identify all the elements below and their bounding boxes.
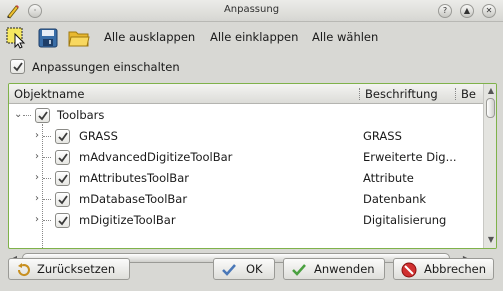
tree-checkbox[interactable] [55,192,70,207]
tree-item-caption: Erweiterte Dig... [363,150,457,164]
tree-checkbox[interactable] [55,213,70,228]
reset-label: Zurücksetzen [37,262,116,276]
tree-item-caption: Attribute [363,171,414,185]
save-icon[interactable] [37,27,59,49]
column-separator [455,88,456,100]
tree-panel: Objektname Beschriftung Be ⌄ Toolbars › … [8,83,497,281]
expand-arrow-icon[interactable]: › [35,172,39,183]
enable-customization-row[interactable]: Anpassungen einschalten [10,59,180,77]
select-widget-icon[interactable] [6,27,28,49]
tree-branch-line [43,157,51,158]
collapse-arrow-icon[interactable]: ⌄ [14,109,22,120]
expand-arrow-icon[interactable]: › [35,193,39,204]
apply-check-icon [292,264,306,276]
tree-checkbox[interactable] [55,129,70,144]
tree-branch-line [43,199,51,200]
customization-tree[interactable]: Objektname Beschriftung Be ⌄ Toolbars › … [8,83,497,249]
expand-arrow-icon[interactable]: › [35,214,39,225]
vertical-scrollbar[interactable]: ▲ ▼ [483,84,496,248]
column-header-caption[interactable]: Beschriftung [365,87,438,101]
tree-branch-line [43,220,51,221]
tree-row[interactable]: › mDatabaseToolBar Datenbank [9,189,483,210]
close-button[interactable]: ✕ [482,4,496,18]
tree-item-caption: Datenbank [363,192,427,206]
ok-button[interactable]: OK [213,258,275,280]
tree-branch-line [43,136,51,137]
tree-item-name: Toolbars [57,108,105,122]
maximize-button[interactable]: ▲ [460,4,474,18]
ok-label: OK [246,262,263,276]
window-title: Anpassung [223,4,280,15]
column-header-object-name[interactable]: Objektname [14,87,84,101]
tree-row[interactable]: › mAdvancedDigitizeToolBar Erweiterte Di… [9,147,483,168]
tree-item-caption: GRASS [363,129,402,143]
tree-item-name: mAdvancedDigitizeToolBar [79,150,233,164]
apply-label: Anwenden [314,262,375,276]
toolbar: Alle ausklappen Alle einklappen Alle wäh… [0,24,503,52]
column-separator [359,88,360,100]
tree-header: Objektname Beschriftung Be [9,84,483,104]
title-bar: · Anpassung ? ▲ ✕ [0,0,503,22]
tree-branch-line [43,178,51,179]
tree-item-name: mDatabaseToolBar [79,192,188,206]
tree-checkbox[interactable] [35,108,50,123]
select-all-button[interactable]: Alle wählen [312,30,378,44]
enable-customization-checkbox[interactable] [10,59,25,74]
scroll-up-icon[interactable]: ▲ [485,85,496,97]
help-button[interactable]: ? [438,4,452,18]
reset-button[interactable]: Zurücksetzen [8,258,130,280]
tree-item-caption: Digitalisierung [363,213,447,227]
tree-checkbox[interactable] [55,171,70,186]
tree-item-name: mDigitizeToolBar [79,213,176,227]
folder-open-icon[interactable] [68,27,90,49]
collapse-all-button[interactable]: Alle einklappen [210,30,298,44]
ok-check-icon [222,264,236,276]
scroll-down-icon[interactable]: ▼ [485,234,496,246]
vertical-scroll-thumb[interactable] [486,98,495,118]
tree-branch-line [23,115,31,116]
apply-button[interactable]: Anwenden [283,258,385,280]
tree-checkbox[interactable] [55,150,70,165]
tree-item-name: mAttributesToolBar [79,171,189,185]
column-header-third[interactable]: Be [461,87,476,101]
expand-arrow-icon[interactable]: › [35,151,39,162]
cancel-button[interactable]: Abbrechen [393,258,494,280]
tree-row[interactable]: › mDigitizeToolBar Digitalisierung [9,210,483,231]
tree-item-name: GRASS [79,129,118,143]
tree-row[interactable]: › GRASS GRASS [9,126,483,147]
expand-all-button[interactable]: Alle ausklappen [104,30,195,44]
enable-customization-label: Anpassungen einschalten [32,60,180,74]
reset-icon [17,263,30,277]
expand-arrow-icon[interactable]: › [35,130,39,141]
cancel-label: Abbrechen [424,262,486,276]
tree-row-toolbars[interactable]: ⌄ Toolbars [9,105,483,126]
tree-row[interactable]: › mAttributesToolBar Attribute [9,168,483,189]
cancel-icon [401,262,417,278]
